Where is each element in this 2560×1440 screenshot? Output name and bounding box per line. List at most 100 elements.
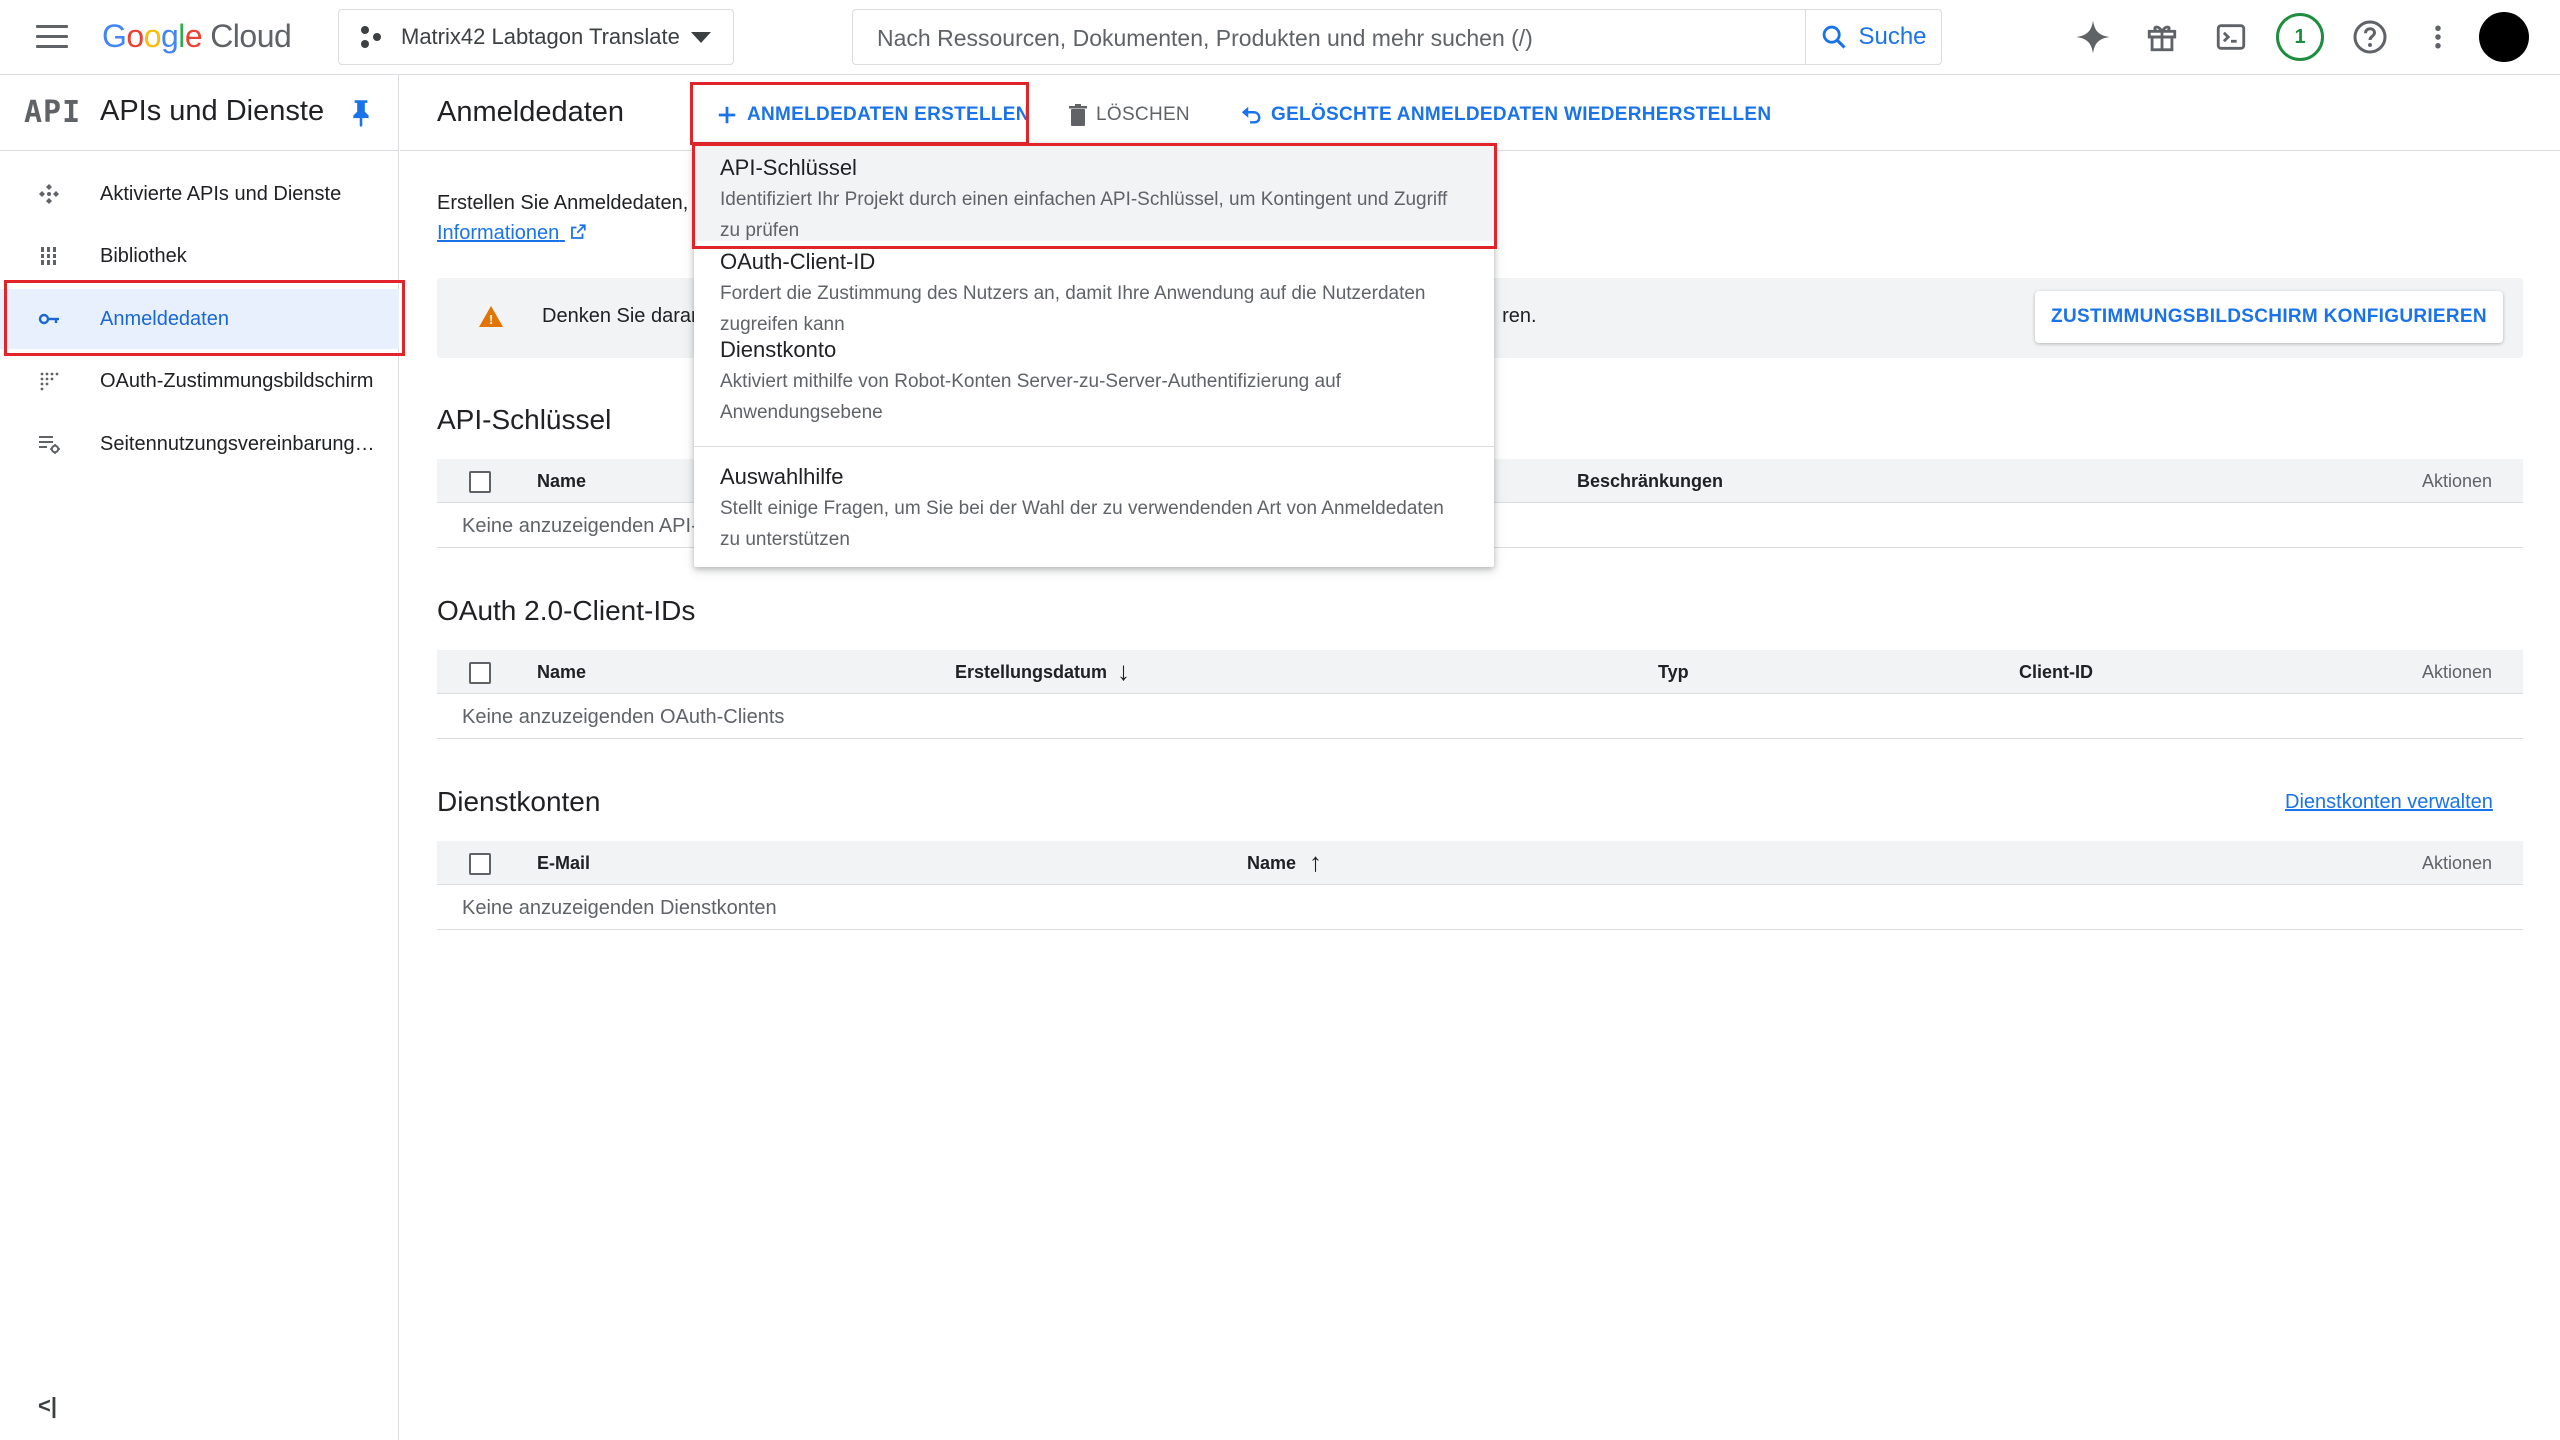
external-link-icon bbox=[570, 224, 586, 239]
column-header[interactable]: Beschränkungen bbox=[1577, 471, 1723, 492]
project-picker[interactable]: Matrix42 Labtagon Translate bbox=[338, 9, 734, 65]
restore-credentials-button[interactable]: GELÖSCHTE ANMELDEDATEN WIEDERHERSTELLEN bbox=[1239, 100, 1771, 130]
delete-label: LÖSCHEN bbox=[1096, 104, 1190, 125]
google-cloud-logo[interactable]: Google Cloud bbox=[102, 18, 292, 55]
configure-consent-button[interactable]: ZUSTIMMUNGSBILDSCHIRM KONFIGURIEREN bbox=[2035, 291, 2503, 343]
menu-item-description: Aktiviert mithilfe von Robot-Konten Serv… bbox=[720, 371, 1341, 423]
column-header[interactable]: Erstellungsdatum bbox=[955, 662, 1107, 683]
delete-button[interactable]: LÖSCHEN bbox=[1068, 100, 1190, 130]
column-header[interactable]: E-Mail bbox=[537, 853, 590, 874]
column-header[interactable]: Name bbox=[537, 471, 586, 492]
column-header[interactable]: Name bbox=[1247, 853, 1296, 874]
apis-icon bbox=[39, 184, 59, 204]
trash-icon bbox=[1069, 104, 1087, 126]
sidebar-item-label: OAuth-Zustimmungsbildschirm bbox=[100, 369, 374, 392]
consent-icon bbox=[40, 372, 59, 391]
column-header: Aktionen bbox=[2422, 471, 2493, 491]
notification-badge[interactable]: 1 bbox=[2276, 13, 2324, 61]
menu-item-description: Identifiziert Ihr Projekt durch einen ei… bbox=[720, 189, 1448, 241]
menu-item-description: Stellt einige Fragen, um Sie bei der Wah… bbox=[720, 498, 1444, 550]
search-input[interactable]: Nach Ressourcen, Dokumenten, Produkten u… bbox=[877, 25, 1533, 52]
column-header[interactable]: Client-ID bbox=[2019, 662, 2093, 683]
column-header[interactable]: Name bbox=[537, 662, 586, 683]
sort-ascending-icon[interactable]: ↑ bbox=[1309, 849, 1322, 875]
menu-item-service-account[interactable]: Dienstkonto Aktiviert mithilfe von Robot… bbox=[694, 333, 1494, 443]
main-header: Anmeldedaten ANMELDEDATEN ERSTELLEN LÖSC… bbox=[400, 75, 2560, 151]
empty-state: Keine anzuzeigenden API- bbox=[462, 515, 698, 537]
sidebar-item-enabled-apis[interactable]: Aktivierte APIs und Dienste bbox=[0, 164, 399, 224]
empty-state: Keine anzuzeigenden Dienstkonten bbox=[462, 897, 777, 919]
more-info-link[interactable]: Informationen bbox=[437, 222, 587, 245]
library-icon bbox=[39, 247, 59, 265]
sort-descending-icon[interactable]: ↓ bbox=[1117, 658, 1130, 684]
menu-item-oauth-client-id[interactable]: OAuth-Client-ID Fordert die Zustimmung d… bbox=[694, 241, 1494, 335]
column-header: Aktionen bbox=[2422, 662, 2493, 682]
sidebar: API APIs und Dienste Aktivierte APIs und… bbox=[0, 75, 399, 1440]
service-accounts-table-header: E-Mail Name ↑ Aktionen bbox=[437, 841, 2523, 885]
menu-item-title: Dienstkonto bbox=[720, 337, 837, 362]
menu-item-description: Fordert die Zustimmung des Nutzers an, d… bbox=[720, 283, 1426, 335]
sidebar-header: API APIs und Dienste bbox=[0, 75, 399, 151]
pin-icon[interactable] bbox=[350, 99, 372, 127]
chevron-down-icon bbox=[691, 32, 711, 43]
menu-item-title: OAuth-Client-ID bbox=[720, 249, 876, 274]
logo-letter: l bbox=[178, 18, 185, 54]
avatar[interactable] bbox=[2479, 12, 2529, 62]
gift-icon[interactable] bbox=[2142, 17, 2182, 57]
logo-letter: g bbox=[160, 18, 179, 54]
column-header: Aktionen bbox=[2422, 853, 2493, 873]
restore-credentials-label: GELÖSCHTE ANMELDEDATEN WIEDERHERSTELLEN bbox=[1271, 104, 1772, 125]
sidebar-item-label: Anmeldedaten bbox=[100, 307, 229, 330]
sidebar-item-label: Seitennutzungsvereinbarungen bbox=[100, 432, 375, 455]
key-icon bbox=[38, 313, 59, 325]
more-info-label: Informationen bbox=[437, 222, 560, 244]
undo-icon bbox=[1241, 106, 1261, 124]
manage-service-accounts-link[interactable]: Dienstkonten verwalten bbox=[2285, 791, 2493, 814]
table-row: Keine anzuzeigenden OAuth-Clients bbox=[437, 695, 2523, 739]
search-button[interactable]: Suche bbox=[1805, 10, 1941, 64]
search-button-label: Suche bbox=[1858, 23, 1927, 50]
create-credentials-button[interactable]: ANMELDEDATEN ERSTELLEN bbox=[716, 100, 1030, 130]
create-credentials-label: ANMELDEDATEN ERSTELLEN bbox=[747, 104, 1030, 125]
menu-item-title: API-Schlüssel bbox=[720, 155, 857, 180]
help-icon[interactable] bbox=[2350, 17, 2390, 57]
menu-item-title: Auswahlhilfe bbox=[720, 464, 844, 489]
table-row: Keine anzuzeigenden Dienstkonten bbox=[437, 886, 2523, 930]
create-credentials-menu: API-Schlüssel Identifiziert Ihr Projekt … bbox=[694, 143, 1494, 567]
api-keys-section-title: API-Schlüssel bbox=[437, 404, 612, 435]
service-accounts-section-title: Dienstkonten bbox=[437, 786, 601, 817]
sidebar-item-credentials[interactable]: Anmeldedaten bbox=[0, 289, 399, 349]
agreements-icon bbox=[39, 436, 60, 454]
logo-letter: o bbox=[126, 18, 144, 54]
top-bar: Google Cloud Matrix42 Labtagon Translate … bbox=[0, 0, 2560, 75]
sidebar-item-page-agreements[interactable]: Seitennutzungsvereinbarungen bbox=[0, 414, 399, 474]
logo-cloud: Cloud bbox=[210, 18, 292, 54]
sidebar-item-oauth-consent[interactable]: OAuth-Zustimmungsbildschirm bbox=[0, 351, 399, 411]
banner-text-start: Denken Sie daran bbox=[542, 305, 703, 327]
search-icon bbox=[1823, 25, 1847, 49]
column-header[interactable]: Typ bbox=[1658, 662, 1689, 683]
empty-state: Keine anzuzeigenden OAuth-Clients bbox=[462, 706, 785, 728]
logo-letter: G bbox=[102, 18, 127, 54]
select-all-checkbox[interactable] bbox=[469, 853, 491, 875]
page-title: Anmeldedaten bbox=[437, 96, 625, 128]
project-icon bbox=[361, 26, 383, 48]
api-logo-icon: API bbox=[24, 95, 82, 130]
menu-item-wizard[interactable]: Auswahlhilfe Stellt einige Fragen, um Si… bbox=[694, 447, 1494, 565]
search-bar[interactable]: Nach Ressourcen, Dokumenten, Produkten u… bbox=[852, 9, 1942, 65]
sidebar-item-library[interactable]: Bibliothek bbox=[0, 226, 399, 286]
gemini-icon[interactable] bbox=[2073, 17, 2113, 57]
logo-letter: e bbox=[184, 18, 203, 54]
more-vert-icon[interactable] bbox=[2418, 17, 2458, 57]
collapse-sidebar-icon[interactable]: <| bbox=[38, 1393, 57, 1419]
menu-icon[interactable] bbox=[36, 25, 68, 49]
oauth-section-title: OAuth 2.0-Client-IDs bbox=[437, 595, 696, 626]
menu-item-api-key[interactable]: API-Schlüssel Identifiziert Ihr Projekt … bbox=[694, 143, 1494, 241]
terminal-icon[interactable] bbox=[2211, 17, 2251, 57]
select-all-checkbox[interactable] bbox=[469, 471, 491, 493]
sidebar-title: APIs und Dienste bbox=[100, 95, 325, 127]
warning-icon: ! bbox=[479, 306, 503, 327]
banner-text-end: ren. bbox=[1502, 305, 1537, 327]
sidebar-item-label: Bibliothek bbox=[100, 244, 187, 267]
select-all-checkbox[interactable] bbox=[469, 662, 491, 684]
